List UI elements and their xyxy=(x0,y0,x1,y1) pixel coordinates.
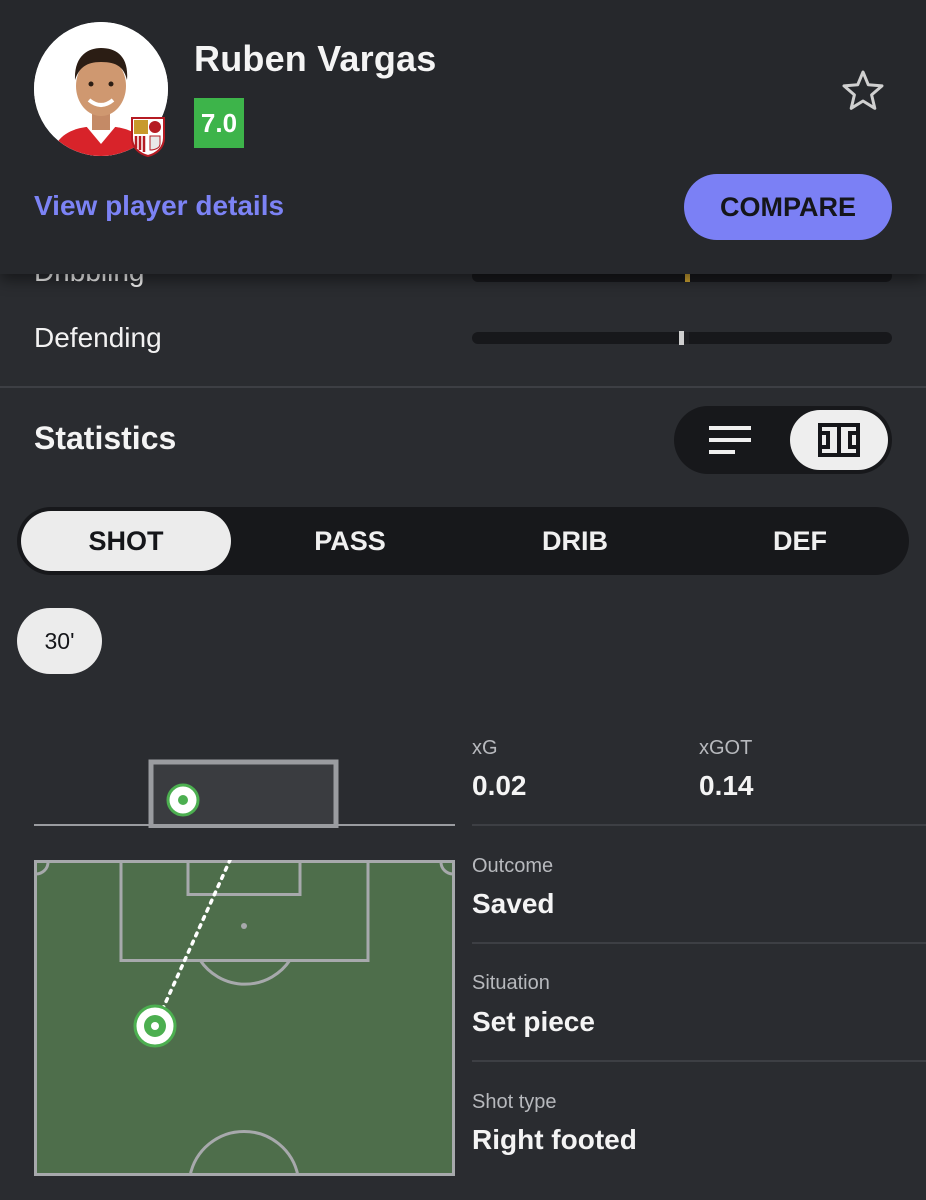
shot-type-label: Shot type xyxy=(472,1091,557,1113)
statistics-title: Statistics xyxy=(34,420,177,456)
attribute-label: Defending xyxy=(34,322,162,353)
xg-label: xG xyxy=(472,737,498,759)
attribute-marker xyxy=(679,331,684,345)
view-player-details-link[interactable]: View player details xyxy=(34,190,284,222)
tab-drib[interactable]: DRIB xyxy=(470,511,680,571)
outcome-value: Saved xyxy=(472,888,555,919)
list-view-icon xyxy=(709,426,751,454)
list-view-button[interactable] xyxy=(678,410,782,470)
info-divider xyxy=(472,824,926,826)
pitch-view-button[interactable] xyxy=(790,410,888,470)
outcome-label: Outcome xyxy=(472,855,554,877)
favorite-star-icon[interactable] xyxy=(840,68,886,114)
situation-value: Set piece xyxy=(472,1006,595,1037)
attribute-bar xyxy=(472,331,892,345)
pitch-view-icon xyxy=(818,423,860,457)
tab-pass[interactable]: PASS xyxy=(245,511,455,571)
section-divider xyxy=(0,386,926,388)
info-divider xyxy=(472,1060,926,1062)
shot-minute-chip[interactable]: 30' xyxy=(17,608,102,674)
goal-view xyxy=(34,759,455,828)
info-divider xyxy=(472,942,926,944)
player-name: Ruben Vargas xyxy=(194,38,437,79)
xg-value: 0.02 xyxy=(472,770,527,801)
view-toggle xyxy=(674,406,892,474)
attribute-row-defending: Defending xyxy=(0,310,926,370)
xgot-label: xGOT xyxy=(699,737,753,759)
compare-button[interactable]: COMPARE xyxy=(684,174,892,240)
player-rating-badge: 7.0 xyxy=(194,98,244,148)
tab-shot[interactable]: SHOT xyxy=(21,511,231,571)
stat-tabs: SHOT PASS DRIB DEF xyxy=(17,507,909,575)
shot-type-value: Right footed xyxy=(472,1124,637,1155)
xgot-value: 0.14 xyxy=(699,770,754,801)
club-badge-icon xyxy=(128,114,168,158)
shot-map-pitch xyxy=(34,860,455,1176)
tab-def[interactable]: DEF xyxy=(695,511,905,571)
player-header: Ruben Vargas 7.0 View player details COM… xyxy=(0,0,926,274)
situation-label: Situation xyxy=(472,972,550,994)
